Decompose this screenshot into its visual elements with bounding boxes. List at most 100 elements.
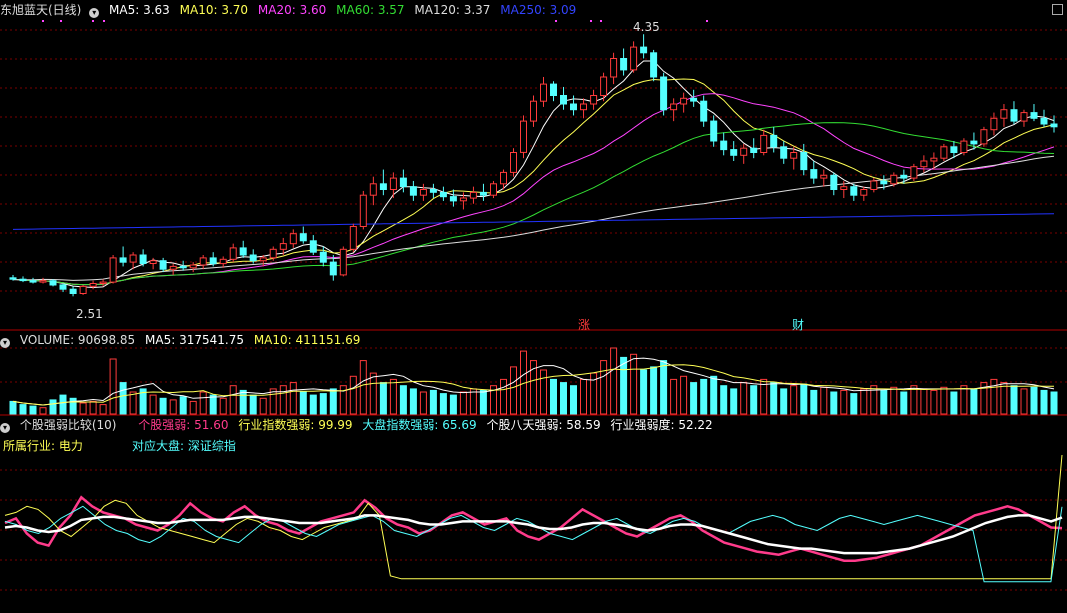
volume-bar	[279, 385, 287, 415]
volume-bar	[289, 382, 297, 415]
volume-bar	[479, 389, 487, 415]
candle-body	[319, 251, 327, 263]
candle-body	[99, 281, 107, 285]
ma250-label: MA250: 3.09	[500, 3, 577, 17]
candle-body	[780, 146, 788, 159]
volume-bar	[840, 389, 848, 415]
volume-bar	[900, 391, 908, 415]
candle-body	[289, 233, 297, 245]
main-panel-header: 东旭蓝天(日线) ▾ MA5: 3.63 MA10: 3.70 MA20: 3.…	[0, 2, 582, 18]
volume-bar	[159, 397, 167, 415]
volume-bar	[329, 388, 337, 415]
candle-body	[560, 95, 567, 105]
chevron-down-icon[interactable]: ▾	[0, 338, 10, 348]
candle-body	[269, 248, 277, 259]
candle-body	[670, 103, 678, 111]
signal-dot	[590, 20, 592, 22]
candle-body	[810, 169, 818, 179]
volume-bar	[540, 369, 547, 415]
chevron-down-icon[interactable]: ▾	[0, 423, 10, 433]
volume-bar	[429, 389, 437, 415]
ma5-line	[12, 60, 1055, 289]
volume-bar	[389, 378, 397, 415]
volume-bar	[670, 378, 678, 415]
stock-title: 东旭蓝天(日线)	[0, 3, 82, 17]
volume-bar	[790, 385, 798, 415]
candle-body	[79, 285, 87, 294]
volume-bar	[750, 385, 758, 415]
volume-bar	[700, 378, 708, 415]
volume-bar	[1010, 385, 1018, 415]
candle-body	[500, 171, 507, 185]
chevron-down-icon[interactable]: ▾	[89, 8, 100, 18]
volume-bar	[730, 388, 738, 415]
marker-cai[interactable]: 财	[792, 316, 804, 333]
ma250-line	[12, 213, 1055, 230]
volume-bar	[169, 399, 177, 415]
candle-body	[890, 174, 898, 185]
volume-bar	[439, 393, 447, 415]
candle-body	[970, 140, 978, 145]
candle-body	[710, 120, 718, 142]
volume-bar	[640, 369, 648, 415]
volume-bar	[189, 400, 197, 415]
candle-body	[329, 261, 337, 276]
candle-body	[1050, 123, 1058, 128]
volume-bar	[69, 397, 77, 415]
industry-strength-degree-label: 行业强弱度: 52.22	[610, 418, 713, 432]
volume-bar	[209, 394, 217, 415]
candle-body	[610, 58, 618, 78]
candle-body	[830, 174, 838, 191]
volume-bar	[129, 391, 137, 415]
candle-body	[139, 254, 147, 264]
stock-strength-label: 个股强弱: 51.60	[138, 418, 229, 432]
candle-body	[620, 58, 628, 71]
candle-body	[540, 83, 547, 102]
candle-body	[760, 134, 768, 153]
volume-bar	[89, 400, 97, 415]
candle-body	[119, 257, 127, 263]
candle-body	[530, 100, 537, 122]
volume-bar	[610, 347, 618, 415]
candle-body	[9, 277, 17, 280]
candle-body	[199, 257, 207, 266]
volume-bar	[650, 366, 658, 415]
candle-body	[900, 174, 908, 179]
candle-body	[169, 265, 177, 270]
candle-body	[520, 120, 527, 153]
candle-body	[379, 183, 387, 191]
volume-bar	[1020, 388, 1028, 415]
ma60-label: MA60: 3.57	[336, 3, 405, 17]
volume-bar	[269, 388, 277, 415]
volume-bar	[9, 400, 17, 415]
marker-zhang[interactable]: 涨	[578, 316, 590, 333]
volume-bar	[379, 382, 387, 415]
volume-bar	[319, 393, 327, 415]
volume-bar	[359, 360, 367, 415]
candle-body	[19, 278, 27, 282]
volume-bar	[890, 386, 898, 415]
candle-body	[880, 180, 888, 185]
volume-bar	[229, 385, 237, 415]
candle-body	[750, 147, 758, 153]
volume-bar	[459, 391, 467, 415]
volume-bar	[560, 382, 567, 415]
volume-bar	[29, 405, 37, 415]
volume-bar	[299, 391, 307, 415]
candle-body	[510, 152, 517, 173]
panel-toggle-button[interactable]	[1052, 4, 1063, 15]
volume-bar	[419, 391, 427, 415]
kline-chart	[0, 20, 1067, 591]
candle-body	[730, 149, 738, 156]
ma20-label: MA20: 3.60	[257, 3, 327, 17]
indicator-panel-header: ▾ 个股强弱比较(10) 个股强弱: 51.60 行业指数强弱: 99.99 大…	[0, 417, 719, 433]
candle-body	[680, 97, 688, 105]
candle-body	[910, 166, 918, 179]
volume-bar	[79, 402, 87, 415]
volume-bar	[800, 383, 808, 415]
candle-body	[770, 134, 778, 148]
volume-bar	[820, 386, 828, 415]
candle-body	[870, 180, 878, 190]
high-price-label: 4.35	[633, 20, 660, 34]
volume-bar	[49, 399, 57, 415]
